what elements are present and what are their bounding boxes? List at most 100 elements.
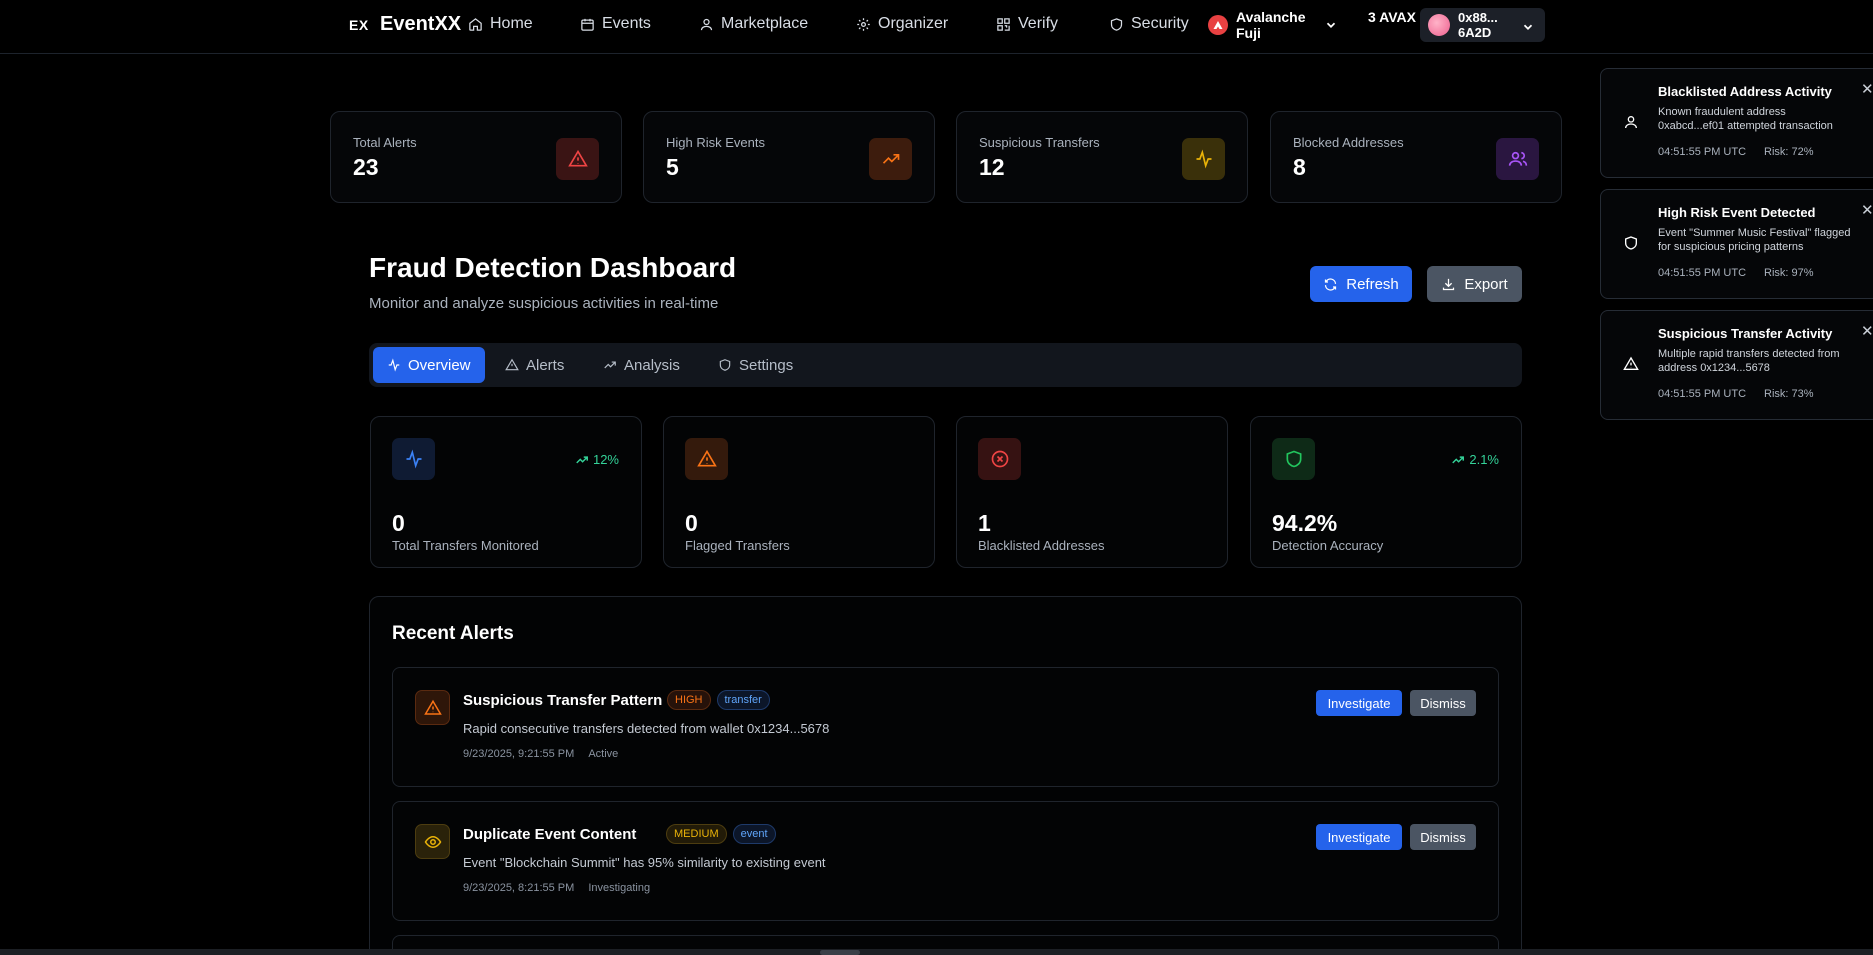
network-selector[interactable]: Avalanche Fuji — [1208, 9, 1316, 41]
refresh-label: Refresh — [1346, 275, 1399, 293]
nav-security[interactable]: Security — [1109, 15, 1189, 33]
scrollbar-thumb[interactable] — [820, 950, 860, 955]
toast-title: High Risk Event Detected — [1658, 205, 1816, 220]
alert-description: Rapid consecutive transfers detected fro… — [463, 721, 830, 736]
wallet-button[interactable]: 0x88... 6A2D — [1420, 8, 1545, 42]
metric-card-transfers-monitored: 12% 0 Total Transfers Monitored — [370, 416, 642, 568]
dismiss-button[interactable]: Dismiss — [1410, 824, 1476, 850]
gear-icon — [857, 17, 870, 31]
nav-security-label: Security — [1131, 15, 1189, 32]
alert-meta: 9/23/2025, 8:21:55 PM Investigating — [463, 882, 650, 894]
balance-display: 3 AVAX — [1368, 9, 1416, 25]
metric-value: 0 — [685, 510, 698, 536]
trend-indicator: 2.1% — [1451, 452, 1499, 467]
alert-triangle-icon — [1623, 356, 1639, 370]
stat-card-suspicious-transfers: Suspicious Transfers 12 — [956, 111, 1248, 203]
trend-value: 2.1% — [1469, 452, 1499, 467]
alert-meta: 9/23/2025, 9:21:55 PM Active — [463, 748, 618, 760]
page-subtitle: Monitor and analyze suspicious activitie… — [369, 295, 719, 312]
nav-home[interactable]: Home — [468, 15, 533, 33]
metric-card-detection-accuracy: 2.1% 94.2% Detection Accuracy — [1250, 416, 1522, 568]
shield-icon — [1625, 236, 1637, 250]
horizontal-scrollbar[interactable] — [0, 949, 1873, 955]
toast-risk: Risk: 97% — [1764, 267, 1814, 279]
nav-verify-label: Verify — [1018, 15, 1059, 32]
toast-meta: 04:51:55 PM UTC Risk: 73% — [1658, 388, 1814, 400]
eye-icon — [415, 824, 450, 859]
tab-label: Analysis — [624, 356, 680, 374]
metric-label: Total Transfers Monitored — [392, 538, 539, 553]
close-icon[interactable]: ✕ — [1861, 201, 1873, 219]
stat-label: Total Alerts — [353, 135, 417, 150]
users-icon — [1496, 138, 1539, 180]
alert-triangle-icon — [415, 690, 450, 725]
stat-label: Suspicious Transfers — [979, 135, 1100, 150]
chevron-down-icon[interactable] — [1324, 18, 1338, 32]
nav-events-label: Events — [602, 15, 651, 32]
activity-icon — [388, 358, 400, 372]
tab-bar: Overview Alerts Analysis Settings — [369, 343, 1522, 387]
nav-events[interactable]: Events — [580, 15, 651, 33]
activity-icon — [392, 438, 435, 480]
chevron-down-icon — [1523, 24, 1533, 30]
nav-organizer-label: Organizer — [878, 15, 949, 32]
alert-status: Active — [588, 748, 619, 760]
alert-item[interactable]: Duplicate Event Content MEDIUM event Eve… — [392, 801, 1499, 921]
trend-value: 12% — [592, 452, 619, 467]
alert-time: 9/23/2025, 8:21:55 PM — [463, 882, 575, 894]
stat-label: High Risk Events — [666, 135, 765, 150]
close-icon[interactable]: ✕ — [1861, 322, 1873, 340]
logo-text[interactable]: EventXX — [380, 13, 461, 36]
activity-icon — [1182, 138, 1225, 180]
alert-title: Duplicate Event Content — [463, 826, 637, 843]
tab-label: Settings — [739, 356, 794, 374]
alert-item[interactable]: Suspicious Transfer Pattern HIGH transfe… — [392, 667, 1499, 787]
toast-risk: Risk: 72% — [1764, 146, 1814, 158]
tab-alerts[interactable]: Alerts — [491, 347, 578, 383]
tab-analysis[interactable]: Analysis — [589, 347, 694, 383]
stat-value: 5 — [666, 154, 679, 180]
stat-label: Blocked Addresses — [1293, 135, 1404, 150]
stat-value: 23 — [353, 154, 379, 180]
metric-label: Blacklisted Addresses — [978, 538, 1105, 553]
nav-verify[interactable]: Verify — [996, 15, 1058, 33]
metric-label: Flagged Transfers — [685, 538, 790, 553]
avalanche-icon — [1208, 15, 1228, 35]
nav-home-label: Home — [490, 15, 533, 32]
investigate-button[interactable]: Investigate — [1316, 690, 1402, 716]
dismiss-button[interactable]: Dismiss — [1410, 690, 1476, 716]
metric-value: 0 — [392, 510, 405, 536]
qr-icon — [997, 17, 1010, 31]
stat-card-total-alerts: Total Alerts 23 — [330, 111, 622, 203]
alert-triangle-icon — [505, 358, 519, 371]
avatar — [1428, 14, 1450, 36]
alert-triangle-icon — [556, 138, 599, 180]
investigate-button[interactable]: Investigate — [1316, 824, 1402, 850]
export-button[interactable]: Export — [1427, 266, 1522, 302]
nav-marketplace[interactable]: Marketplace — [699, 15, 808, 33]
metric-value: 1 — [978, 510, 991, 536]
tab-label: Alerts — [526, 356, 565, 374]
alert-time: 9/23/2025, 9:21:55 PM — [463, 748, 575, 760]
toast-meta: 04:51:55 PM UTC Risk: 72% — [1658, 146, 1814, 158]
refresh-button[interactable]: Refresh — [1310, 266, 1412, 302]
close-icon[interactable]: ✕ — [1861, 80, 1873, 98]
section-title: Recent Alerts — [392, 623, 514, 644]
toast-message: Multiple rapid transfers detected from a… — [1658, 348, 1840, 374]
toast-message: Event "Summer Music Festival" flagged fo… — [1658, 227, 1851, 253]
alert-description: Event "Blockchain Summit" has 95% simila… — [463, 855, 826, 870]
nav-organizer[interactable]: Organizer — [856, 15, 948, 33]
trending-up-icon — [869, 138, 912, 180]
shield-icon — [1110, 17, 1123, 31]
toast-notification: Blacklisted Address Activity Known fraud… — [1600, 68, 1873, 178]
trending-up-icon — [576, 455, 588, 463]
alert-status: Investigating — [588, 882, 651, 894]
toast-risk: Risk: 73% — [1764, 388, 1814, 400]
logo-mark[interactable]: EX — [349, 17, 369, 33]
metric-value: 94.2% — [1272, 510, 1338, 536]
tab-settings[interactable]: Settings — [704, 347, 807, 383]
tab-overview[interactable]: Overview — [373, 347, 485, 383]
trending-up-icon — [1452, 455, 1465, 463]
alert-triangle-icon — [685, 438, 728, 480]
alert-badges: HIGH transfer — [667, 690, 770, 710]
